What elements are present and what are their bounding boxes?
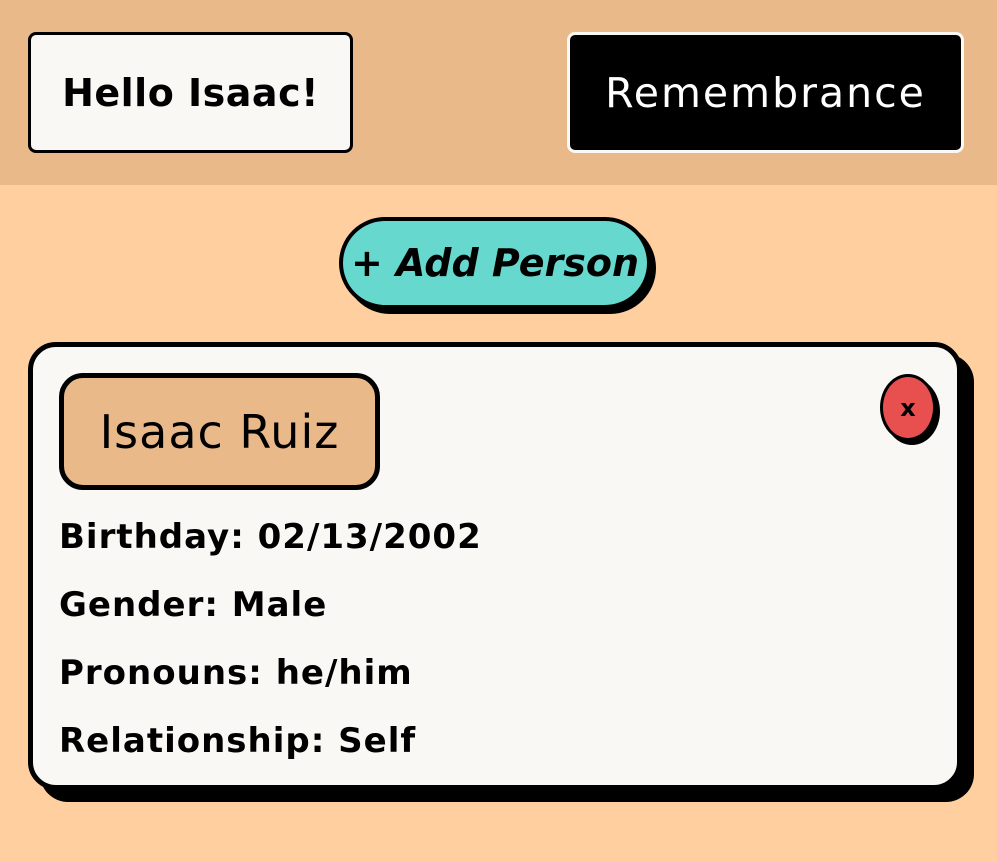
gender-field: Gender: Male: [59, 585, 328, 625]
birthday-field: Birthday: 02/13/2002: [59, 517, 482, 557]
relationship-field: Relationship: Self: [59, 721, 417, 761]
add-person-button[interactable]: + Add Person: [339, 217, 651, 309]
delete-person-button[interactable]: x: [880, 374, 936, 441]
app-title[interactable]: Remembrance: [567, 32, 964, 153]
header-bar: Hello Isaac! Remembrance: [0, 0, 997, 185]
person-card: Isaac Ruiz x Birthday: 02/13/2002 Gender…: [28, 342, 962, 790]
greeting-label: Hello Isaac!: [28, 32, 353, 153]
person-name: Isaac Ruiz: [59, 373, 380, 490]
pronouns-field: Pronouns: he/him: [59, 653, 413, 693]
